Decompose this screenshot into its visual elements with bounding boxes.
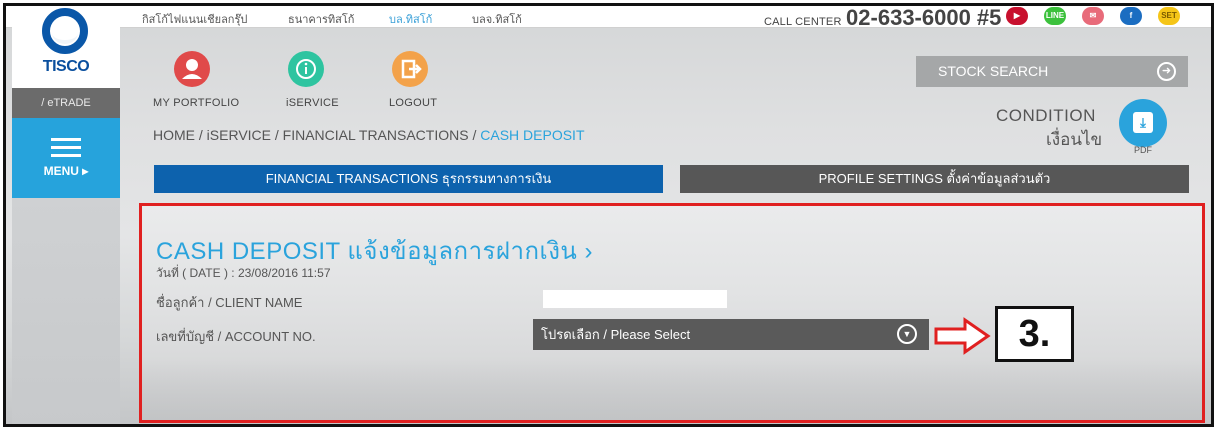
top-link-tisco-bank[interactable]: ธนาคารทิสโก้ (288, 10, 354, 28)
logo-ring-icon (42, 8, 88, 54)
client-name-field (543, 290, 727, 308)
annotation-arrow-icon (934, 317, 991, 355)
call-center-label: CALL CENTER (764, 16, 842, 28)
youtube-icon[interactable]: ▶ (1006, 7, 1028, 25)
account-no-select[interactable]: โปรดเลือก / Please Select ▼ (533, 319, 929, 350)
menu-label: MENU ▸ (43, 164, 89, 178)
stock-search-label: STOCK SEARCH (938, 63, 1049, 79)
pdf-label: PDF (1134, 145, 1152, 155)
call-center-number: 02-633-6000 #5 (846, 5, 1002, 30)
email-icon[interactable]: ✉ (1082, 7, 1104, 25)
line-icon[interactable]: LINE (1044, 7, 1066, 25)
arrow-right-icon: ➜ (1157, 62, 1176, 81)
top-link-tisco-asset[interactable]: บลจ.ทิสโก้ (472, 10, 522, 28)
panel-background-mist (142, 360, 1202, 420)
info-icon[interactable] (288, 51, 324, 87)
top-bar: กิสโก้ไฟแนนเชียลกรุ๊ป ธนาคารทิสโก้ บล.ทิ… (6, 5, 1211, 31)
transaction-date: วันที่ ( DATE ) : 23/08/2016 11:57 (156, 266, 331, 280)
download-icon: ⤓ (1133, 112, 1153, 133)
nav-iservice[interactable]: iSERVICE (286, 97, 339, 109)
logo-text: TISCO (42, 58, 90, 75)
breadcrumb-current: CASH DEPOSIT (480, 127, 585, 143)
sidebar-background (12, 198, 120, 424)
condition-title-en[interactable]: CONDITION (996, 106, 1096, 126)
etrade-label: / eTRADE (12, 88, 120, 118)
tab-financial-transactions[interactable]: FINANCIAL TRANSACTIONS ธุรกรรมทางการเงิน (154, 165, 663, 193)
facebook-icon[interactable]: f (1120, 7, 1142, 25)
condition-title-th[interactable]: เงื่อนไข (1046, 126, 1102, 153)
tisco-logo[interactable]: TISCO (12, 6, 120, 88)
menu-button[interactable]: MENU ▸ (12, 118, 120, 198)
call-center: CALL CENTER 02-633-6000 #5 (764, 5, 1002, 31)
stock-search-button[interactable]: STOCK SEARCH ➜ (916, 56, 1188, 87)
user-icon[interactable] (174, 51, 210, 87)
account-select-value: โปรดเลือก / Please Select (541, 327, 691, 342)
nav-my-portfolio[interactable]: MY PORTFOLIO (153, 97, 239, 109)
top-link-tisco-securities[interactable]: บล.ทิสโก้ (389, 10, 432, 28)
client-name-label: ชื่อลูกค้า / CLIENT NAME (156, 295, 303, 310)
top-link-tisco-group[interactable]: กิสโก้ไฟแนนเชียลกรุ๊ป (142, 10, 247, 28)
set-icon[interactable]: SET (1158, 7, 1180, 25)
breadcrumb-path[interactable]: HOME / iSERVICE / FINANCIAL TRANSACTIONS… (153, 127, 480, 143)
account-no-label: เลขที่บัญชี / ACCOUNT NO. (156, 329, 316, 344)
sidebar: TISCO / eTRADE MENU ▸ (12, 6, 120, 424)
tab-profile-settings[interactable]: PROFILE SETTINGS ตั้งค่าข้อมูลส่วนตัว (680, 165, 1189, 193)
logout-icon[interactable] (392, 51, 428, 87)
breadcrumb: HOME / iSERVICE / FINANCIAL TRANSACTIONS… (153, 127, 585, 143)
hamburger-icon (51, 138, 81, 158)
browser-frame: กิสโก้ไฟแนนเชียลกรุ๊ป ธนาคารทิสโก้ บล.ทิ… (3, 3, 1214, 427)
pdf-download-button[interactable]: ⤓ (1119, 99, 1167, 147)
cash-deposit-panel: CASH DEPOSIT แจ้งข้อมูลการฝากเงิน › วันท… (139, 203, 1205, 423)
nav-logout[interactable]: LOGOUT (389, 97, 437, 109)
annotation-step-label: 3. (995, 306, 1074, 362)
chevron-down-icon: ▼ (897, 324, 917, 344)
